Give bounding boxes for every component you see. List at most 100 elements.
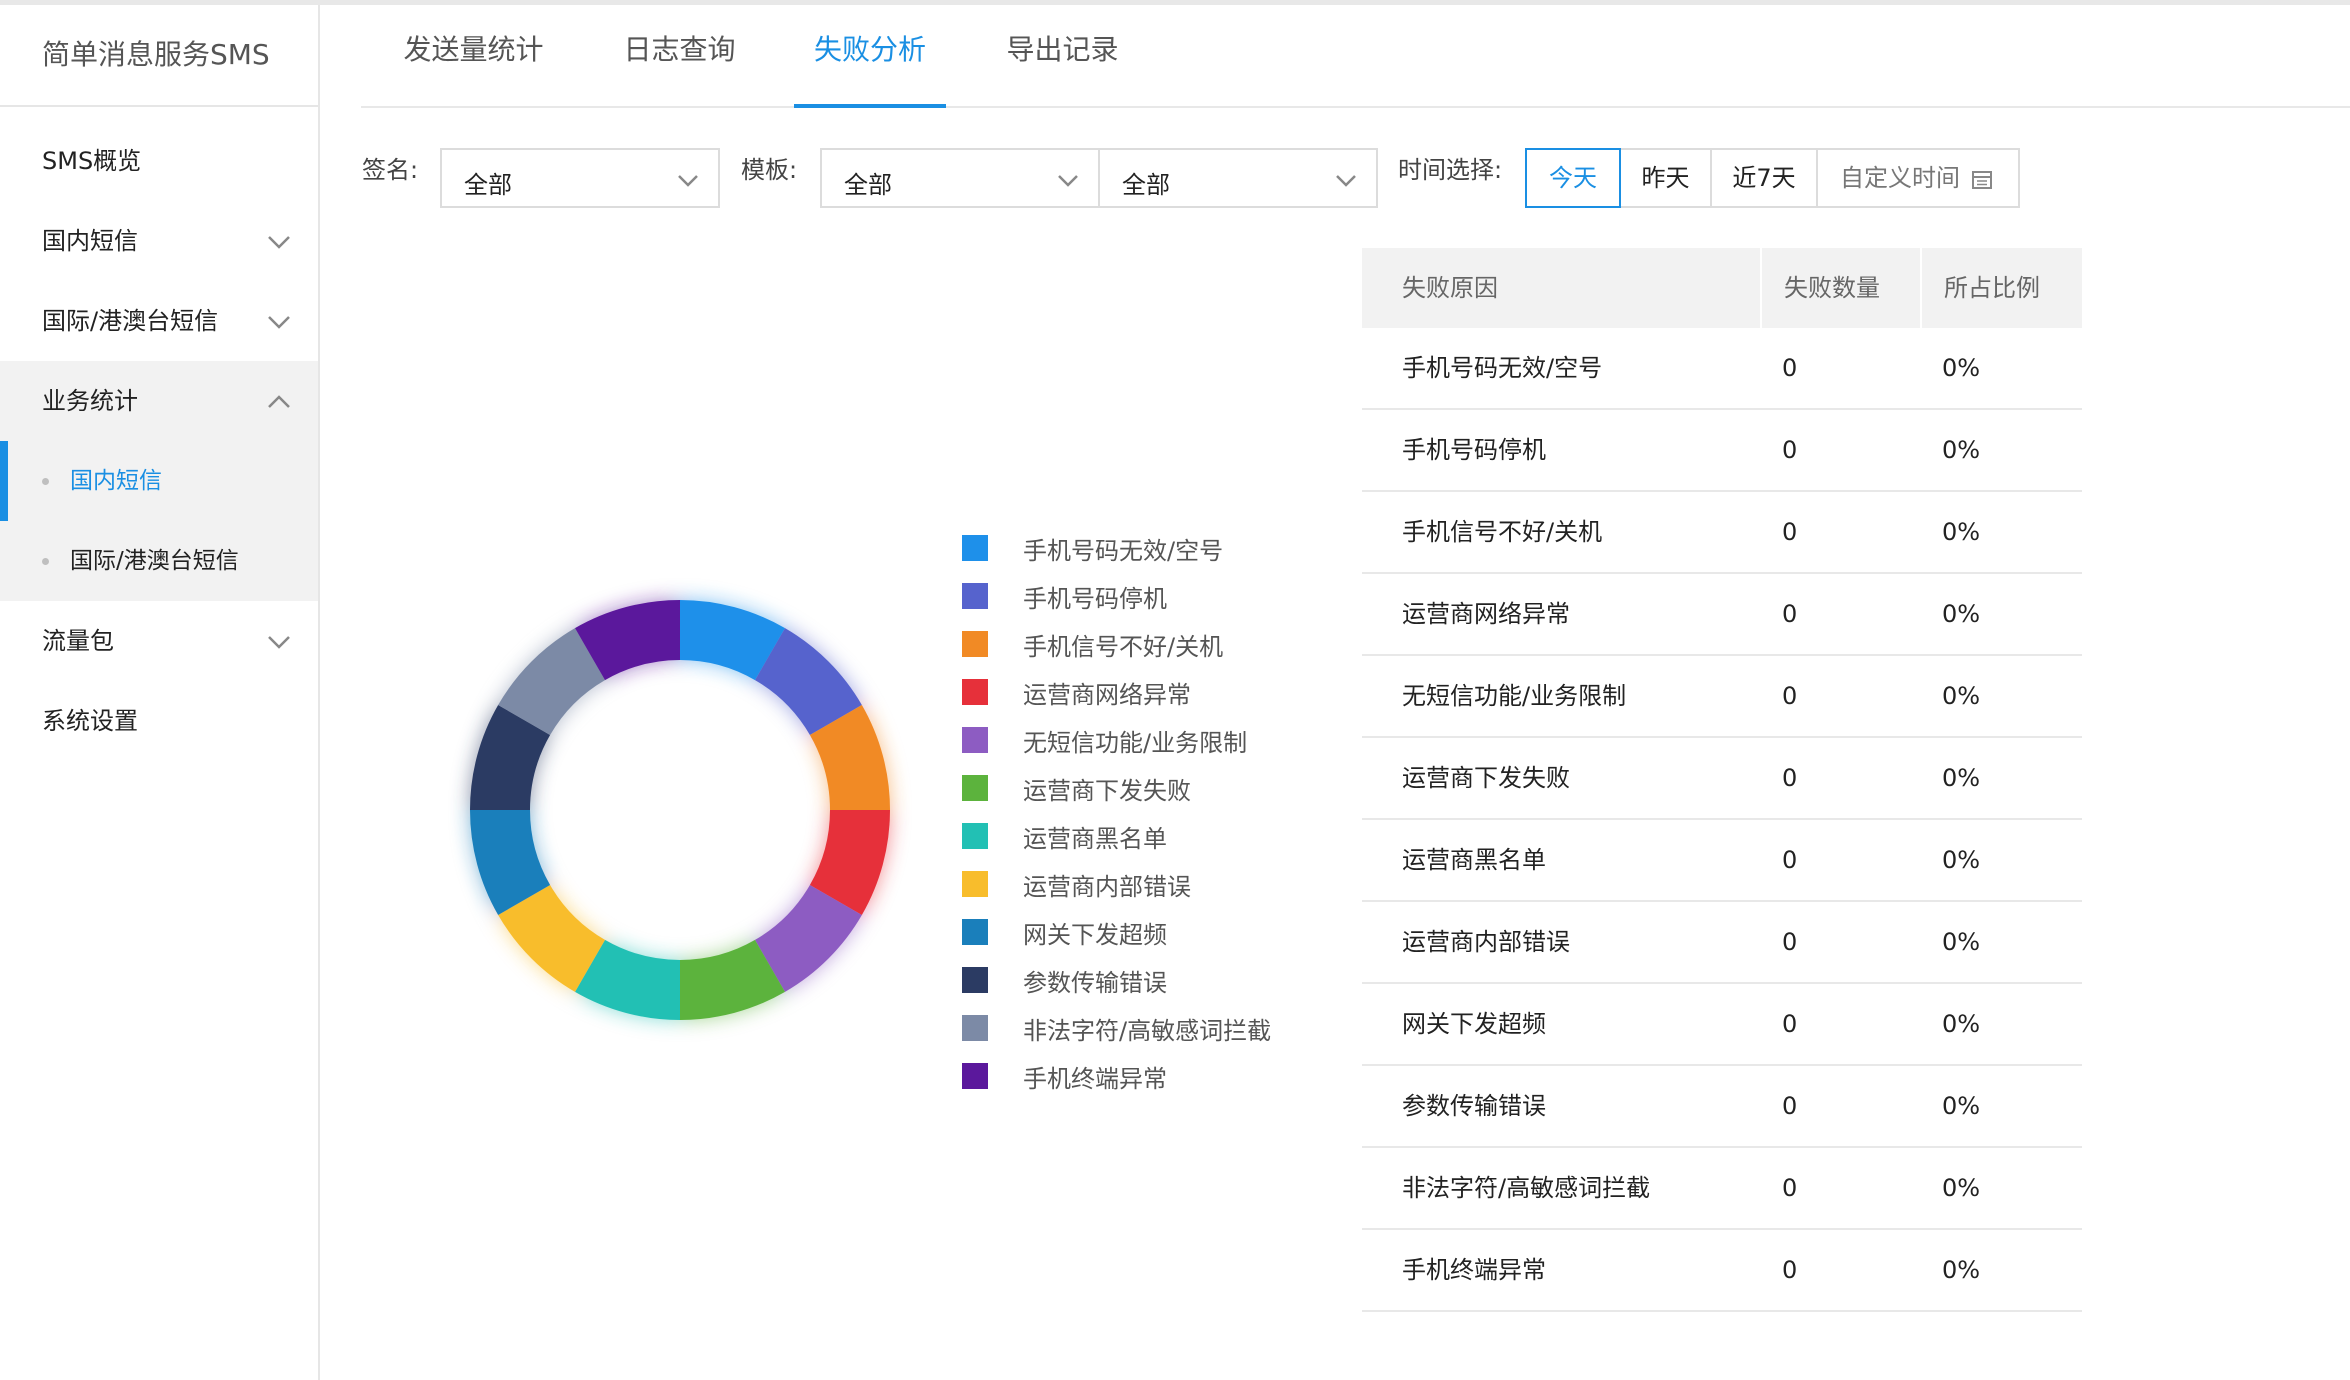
- legend-swatch: [962, 1063, 988, 1089]
- cell-reason: 参数传输错误: [1402, 1092, 1546, 1120]
- cell-reason: 运营商黑名单: [1402, 846, 1546, 874]
- chevron-down-icon: [268, 316, 290, 329]
- time-option-yesterday[interactable]: 昨天: [1619, 148, 1712, 208]
- table-row: 网关下发超频 0 0%: [1362, 984, 2082, 1066]
- legend-swatch: [962, 1015, 988, 1041]
- tab-failure-analysis[interactable]: 失败分析: [794, 5, 946, 108]
- sidebar-item-settings[interactable]: 系统设置: [0, 681, 318, 761]
- header-count: 失败数量: [1784, 274, 1880, 302]
- legend-label: 非法字符/高敏感词拦截: [1023, 1017, 1272, 1045]
- cell-count: 0: [1782, 354, 1798, 382]
- template-subselect[interactable]: 全部: [1098, 148, 1378, 208]
- active-indicator: [0, 441, 8, 521]
- header-ratio: 所占比例: [1944, 274, 2040, 302]
- cell-count: 0: [1782, 518, 1798, 546]
- tab-send-stats[interactable]: 发送量统计: [401, 5, 546, 106]
- header-reason: 失败原因: [1402, 274, 1498, 302]
- cell-ratio: 0%: [1942, 354, 1981, 382]
- signature-select[interactable]: 全部: [440, 148, 720, 208]
- select-value: 全部: [464, 171, 512, 199]
- legend-label: 手机号码无效/空号: [1023, 537, 1224, 565]
- cell-reason: 无短信功能/业务限制: [1402, 682, 1627, 710]
- legend-label: 运营商下发失败: [1023, 777, 1191, 805]
- legend-swatch: [962, 967, 988, 993]
- legend-swatch: [962, 679, 988, 705]
- chevron-down-icon: [268, 236, 290, 249]
- cell-count: 0: [1782, 928, 1798, 956]
- cell-reason: 运营商网络异常: [1402, 600, 1570, 628]
- app-title: 简单消息服务SMS: [0, 5, 318, 107]
- cell-count: 0: [1782, 1010, 1798, 1038]
- table-header: 失败原因 失败数量 所占比例: [1362, 248, 2082, 328]
- cell-ratio: 0%: [1942, 846, 1981, 874]
- select-value: 全部: [1122, 171, 1170, 199]
- cell-ratio: 0%: [1942, 764, 1981, 792]
- header-divider: [1920, 248, 1922, 328]
- table-row: 运营商黑名单 0 0%: [1362, 820, 2082, 902]
- legend-label: 手机号码停机: [1023, 585, 1167, 613]
- time-option-7days[interactable]: 近7天: [1710, 148, 1818, 208]
- legend-label: 网关下发超频: [1023, 921, 1167, 949]
- legend-label: 手机终端异常: [1023, 1065, 1167, 1093]
- cell-ratio: 0%: [1942, 600, 1981, 628]
- table-row: 运营商网络异常 0 0%: [1362, 574, 2082, 656]
- sidebar-item-label: 流量包: [42, 627, 114, 655]
- cell-reason: 手机号码无效/空号: [1402, 354, 1603, 382]
- legend-swatch: [962, 919, 988, 945]
- tab-log-query[interactable]: 日志查询: [622, 5, 737, 106]
- table-row: 手机终端异常 0 0%: [1362, 1230, 2082, 1312]
- sidebar-item-label: 国内短信: [42, 227, 138, 255]
- sidebar-subitem-international[interactable]: 国际/港澳台短信: [0, 521, 318, 601]
- chevron-down-icon: [1336, 175, 1356, 187]
- cell-ratio: 0%: [1942, 436, 1981, 464]
- legend-swatch: [962, 583, 988, 609]
- time-option-today[interactable]: 今天: [1525, 148, 1621, 208]
- sidebar-subitem-label: 国际/港澳台短信: [70, 548, 239, 574]
- cell-ratio: 0%: [1942, 1010, 1981, 1038]
- sidebar-subitem-domestic[interactable]: 国内短信: [0, 441, 318, 521]
- sidebar-item-stats[interactable]: 业务统计: [0, 361, 318, 441]
- cell-count: 0: [1782, 1256, 1798, 1284]
- legend-label: 运营商网络异常: [1023, 681, 1191, 709]
- header-divider: [1760, 248, 1762, 328]
- cell-reason: 运营商下发失败: [1402, 764, 1570, 792]
- table-row: 无短信功能/业务限制 0 0%: [1362, 656, 2082, 738]
- cell-ratio: 0%: [1942, 928, 1981, 956]
- time-label: 时间选择:: [1398, 156, 1503, 184]
- legend-label: 运营商黑名单: [1023, 825, 1167, 853]
- sidebar-item-label: 业务统计: [42, 387, 138, 415]
- cell-count: 0: [1782, 846, 1798, 874]
- sidebar-item-overview[interactable]: SMS概览: [0, 121, 318, 201]
- cell-reason: 手机终端异常: [1402, 1256, 1546, 1284]
- template-label: 模板:: [741, 156, 798, 184]
- chevron-down-icon: [268, 636, 290, 649]
- legend-swatch: [962, 871, 988, 897]
- table-row: 手机号码停机 0 0%: [1362, 410, 2082, 492]
- bullet-icon: [42, 478, 49, 485]
- select-value: 全部: [844, 171, 892, 199]
- sidebar-item-international[interactable]: 国际/港澳台短信: [0, 281, 318, 361]
- legend-swatch: [962, 775, 988, 801]
- cell-reason: 非法字符/高敏感词拦截: [1402, 1174, 1651, 1202]
- template-select[interactable]: 全部: [820, 148, 1100, 208]
- sidebar-item-traffic[interactable]: 流量包: [0, 601, 318, 681]
- sidebar-item-domestic[interactable]: 国内短信: [0, 201, 318, 281]
- cell-count: 0: [1782, 436, 1798, 464]
- tab-export-records[interactable]: 导出记录: [1005, 5, 1120, 106]
- legend-swatch: [962, 727, 988, 753]
- bullet-icon: [42, 558, 49, 565]
- time-option-custom[interactable]: 自定义时间: [1816, 148, 2020, 208]
- cell-ratio: 0%: [1942, 1092, 1981, 1120]
- legend-swatch: [962, 535, 988, 561]
- cell-reason: 网关下发超频: [1402, 1010, 1546, 1038]
- failure-donut-chart: [470, 600, 890, 1020]
- cell-reason: 手机号码停机: [1402, 436, 1546, 464]
- table-row: 参数传输错误 0 0%: [1362, 1066, 2082, 1148]
- legend-swatch: [962, 823, 988, 849]
- table-row: 手机信号不好/关机 0 0%: [1362, 492, 2082, 574]
- chevron-down-icon: [1058, 175, 1078, 187]
- cell-count: 0: [1782, 682, 1798, 710]
- legend-label: 运营商内部错误: [1023, 873, 1191, 901]
- cell-ratio: 0%: [1942, 1174, 1981, 1202]
- chevron-up-icon: [268, 395, 290, 408]
